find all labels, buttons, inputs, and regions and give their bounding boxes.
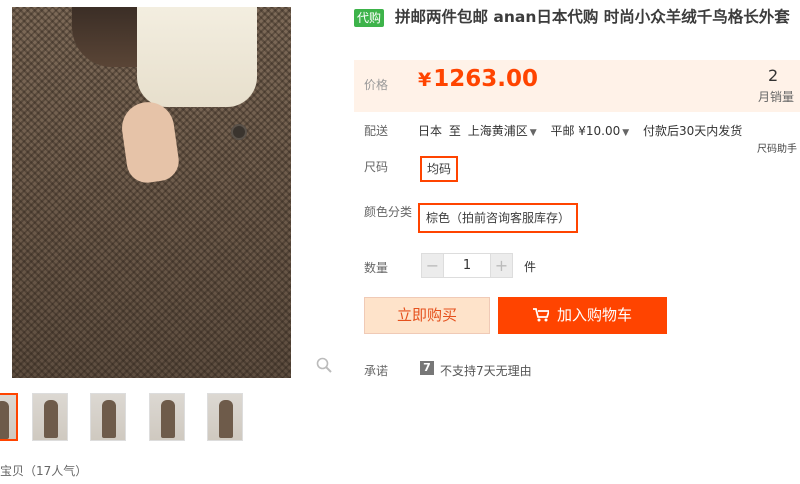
daigou-badge: 代购 xyxy=(354,9,385,27)
no-return-icon: 7 xyxy=(420,361,434,375)
size-option[interactable]: 均码 xyxy=(420,156,459,182)
delivery-label: 配送 xyxy=(364,124,389,138)
thumbnail[interactable] xyxy=(90,393,126,441)
zoom-icon[interactable] xyxy=(316,357,332,373)
coat-button xyxy=(231,124,247,140)
monthly-sales-count: 2 xyxy=(768,66,779,85)
monthly-sales-label: 月销量 xyxy=(758,90,795,104)
product-title: 拼邮两件包邮 anan日本代购 时尚小众羊绒千鸟格长外套 xyxy=(395,8,790,26)
delivery-row: 日本 至 上海黄浦区 ▼ 平邮 ¥10.00 ▼ 付款后30天内发货 xyxy=(418,122,742,139)
quantity-decrease-button[interactable]: − xyxy=(421,253,444,278)
quantity-input[interactable]: 1 xyxy=(444,253,490,278)
promise-label: 承诺 xyxy=(364,364,389,378)
quantity-increase-button[interactable]: + xyxy=(490,253,513,278)
promise-text[interactable]: 不支持7天无理由 xyxy=(440,362,532,379)
add-to-cart-button[interactable]: 加入购物车 xyxy=(498,297,667,334)
thumbnail[interactable] xyxy=(32,393,68,441)
ship-time: 付款后30天内发货 xyxy=(643,124,743,138)
shipping-select[interactable]: 平邮 ¥10.00 xyxy=(550,124,620,138)
buy-now-button[interactable]: 立即购买 xyxy=(364,297,490,334)
add-to-cart-label: 加入购物车 xyxy=(556,306,632,324)
size-helper-link[interactable]: 尺码助手 xyxy=(757,140,797,155)
destination-select[interactable]: 上海黄浦区 xyxy=(468,124,528,138)
color-label: 颜色分类 xyxy=(364,205,413,219)
delivery-origin: 日本 xyxy=(418,124,443,138)
thumbnail[interactable] xyxy=(207,393,243,441)
thumbnail[interactable] xyxy=(0,393,18,441)
main-product-image[interactable] xyxy=(12,7,291,378)
delivery-to: 至 xyxy=(448,124,461,138)
quantity-unit: 件 xyxy=(524,260,537,274)
model-turtleneck xyxy=(137,7,257,107)
color-option[interactable]: 棕色（拍前咨询客服库存） xyxy=(418,203,579,233)
quantity-label: 数量 xyxy=(364,261,389,275)
thumbnail[interactable] xyxy=(149,393,185,441)
size-label: 尺码 xyxy=(364,160,389,174)
price-label: 价格 xyxy=(364,78,389,92)
price-value: ¥1263.00 xyxy=(418,66,538,92)
cart-icon xyxy=(532,299,551,322)
chevron-down-icon[interactable]: ▼ xyxy=(622,128,629,138)
favorites-count[interactable]: 藏宝贝（17人气） xyxy=(0,462,87,479)
chevron-down-icon[interactable]: ▼ xyxy=(530,128,537,138)
model-hand xyxy=(118,98,182,186)
